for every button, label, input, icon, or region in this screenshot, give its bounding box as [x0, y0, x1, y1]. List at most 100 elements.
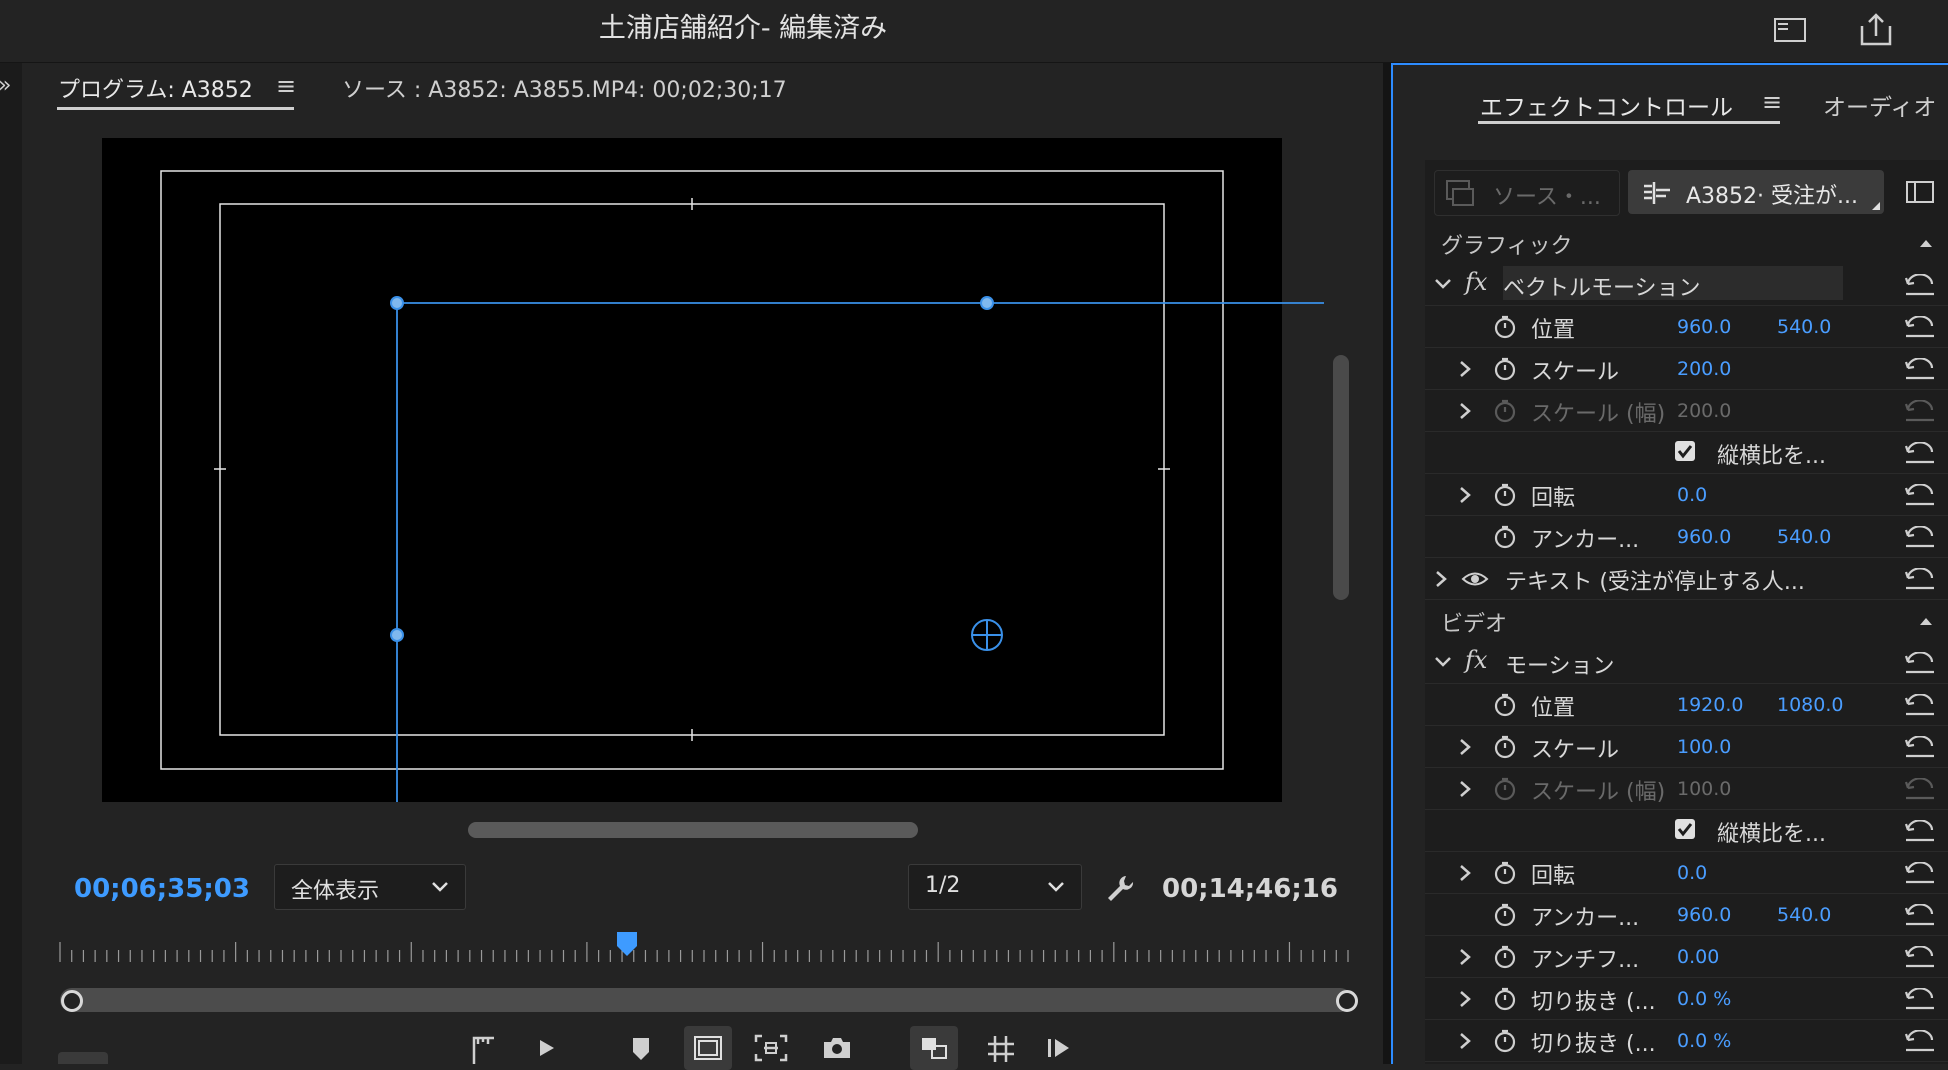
reset-icon[interactable]: [1904, 820, 1936, 842]
chevron-right-icon[interactable]: [1457, 360, 1473, 378]
position-x-value[interactable]: 960.0: [1677, 316, 1731, 338]
tab-program[interactable]: プログラム: A3852: [58, 72, 253, 104]
position-y-value[interactable]: 1080.0: [1777, 694, 1843, 716]
chevron-right-icon[interactable]: [1457, 402, 1473, 420]
reset-icon[interactable]: [1904, 862, 1936, 884]
uniform-scale-checkbox[interactable]: [1675, 441, 1695, 461]
effect-vector-motion[interactable]: fx ベクトルモーション: [1425, 264, 1948, 306]
stopwatch-icon[interactable]: [1493, 945, 1517, 969]
anchor-x-value[interactable]: 960.0: [1677, 526, 1731, 548]
reset-icon[interactable]: [1904, 904, 1936, 926]
reset-icon[interactable]: [1904, 946, 1936, 968]
chevron-down-icon[interactable]: [1433, 654, 1453, 670]
toggle-timeline-view-icon[interactable]: [1906, 180, 1934, 204]
tab-audio[interactable]: オーディオ: [1823, 88, 1936, 122]
marker-icon[interactable]: [630, 1036, 652, 1062]
fx-icon[interactable]: fx: [1465, 268, 1487, 296]
stopwatch-icon[interactable]: [1493, 315, 1517, 339]
fx-icon[interactable]: fx: [1465, 646, 1487, 674]
antiflicker-value[interactable]: 0.00: [1677, 946, 1719, 968]
eye-icon[interactable]: [1461, 570, 1489, 588]
chevron-right-icon[interactable]: [1457, 948, 1473, 966]
grid-guides-icon[interactable]: [986, 1034, 1016, 1064]
chevron-right-icon[interactable]: [1457, 1032, 1473, 1050]
safe-margins-button[interactable]: [684, 1026, 732, 1070]
uniform-scale-checkbox[interactable]: [1675, 819, 1695, 839]
range-start-handle[interactable]: [61, 990, 83, 1012]
panel-divider[interactable]: [1383, 63, 1391, 1064]
more-controls-button[interactable]: [58, 1052, 108, 1064]
play-icon[interactable]: [534, 1036, 558, 1060]
graphics-section-header[interactable]: グラフィック: [1425, 222, 1948, 262]
collapsed-panel-strip[interactable]: »: [0, 63, 22, 1064]
reset-icon[interactable]: [1904, 736, 1936, 758]
reset-icon[interactable]: [1904, 484, 1936, 506]
video-section-header[interactable]: ビデオ: [1425, 600, 1948, 640]
panel-menu-icon[interactable]: ≡: [276, 72, 296, 100]
crop-2-value[interactable]: 0.0 %: [1677, 1030, 1731, 1052]
panel-menu-icon[interactable]: ≡: [1762, 88, 1782, 116]
chevron-down-icon[interactable]: [1433, 276, 1453, 292]
reset-icon[interactable]: [1904, 358, 1936, 380]
comparison-view-button[interactable]: [910, 1026, 958, 1070]
reset-icon[interactable]: [1904, 274, 1936, 296]
scale-value[interactable]: 100.0: [1677, 736, 1731, 758]
viewer-vertical-scrollbar[interactable]: [1333, 355, 1349, 600]
reset-icon[interactable]: [1904, 442, 1936, 464]
anchor-x-value[interactable]: 960.0: [1677, 904, 1731, 926]
workspace-icon[interactable]: [1770, 10, 1810, 50]
sequence-clip-selector[interactable]: A3852· 受注が...: [1628, 170, 1884, 214]
playhead[interactable]: [615, 930, 639, 960]
effect-text-layer[interactable]: テキスト (受注が停止する人...: [1425, 558, 1948, 600]
zoom-range-bar[interactable]: [60, 988, 1352, 1012]
reset-icon[interactable]: [1904, 568, 1936, 590]
range-end-handle[interactable]: [1336, 990, 1358, 1012]
reset-icon[interactable]: [1904, 316, 1936, 338]
anchor-y-value[interactable]: 540.0: [1777, 526, 1831, 548]
crop-1-value[interactable]: 0.0 %: [1677, 988, 1731, 1010]
expand-panels-icon[interactable]: »: [0, 73, 11, 98]
export-frame-icon[interactable]: [822, 1034, 852, 1062]
chevron-right-icon[interactable]: [1457, 486, 1473, 504]
viewer-horizontal-scrollbar[interactable]: [468, 822, 918, 838]
reset-icon[interactable]: [1904, 1030, 1936, 1052]
current-timecode[interactable]: 00;06;35;03: [74, 874, 250, 904]
playback-resolution-dropdown[interactable]: 1/2: [908, 864, 1082, 910]
chevron-right-icon[interactable]: [1433, 570, 1449, 588]
collapse-up-icon[interactable]: [1918, 238, 1934, 248]
anchor-y-value[interactable]: 540.0: [1777, 904, 1831, 926]
chevron-right-icon[interactable]: [1457, 738, 1473, 756]
tab-source[interactable]: ソース : A3852: A3855.MP4: 00;02;30;17: [342, 72, 787, 104]
scale-value[interactable]: 200.0: [1677, 358, 1731, 380]
effect-motion[interactable]: fx モーション: [1425, 642, 1948, 684]
position-x-value[interactable]: 1920.0: [1677, 694, 1743, 716]
chevron-right-icon[interactable]: [1457, 864, 1473, 882]
step-forward-icon[interactable]: [1046, 1036, 1072, 1060]
transform-handles[interactable]: [102, 138, 1324, 802]
stopwatch-icon[interactable]: [1493, 483, 1517, 507]
stopwatch-icon[interactable]: [1493, 861, 1517, 885]
chevron-right-icon[interactable]: [1457, 780, 1473, 798]
stopwatch-icon[interactable]: [1493, 735, 1517, 759]
stopwatch-icon[interactable]: [1493, 987, 1517, 1011]
position-y-value[interactable]: 540.0: [1777, 316, 1831, 338]
zoom-level-dropdown[interactable]: 全体表示: [274, 864, 466, 910]
rotation-value[interactable]: 0.0: [1677, 484, 1707, 506]
stopwatch-icon[interactable]: [1493, 525, 1517, 549]
chevron-right-icon[interactable]: [1457, 990, 1473, 1008]
rotation-value[interactable]: 0.0: [1677, 862, 1707, 884]
reset-icon[interactable]: [1904, 988, 1936, 1010]
reset-icon[interactable]: [1904, 694, 1936, 716]
stopwatch-icon[interactable]: [1493, 357, 1517, 381]
share-icon[interactable]: [1856, 10, 1896, 50]
wrench-icon[interactable]: [1104, 872, 1136, 904]
stopwatch-icon[interactable]: [1493, 903, 1517, 927]
reset-icon[interactable]: [1904, 652, 1936, 674]
stopwatch-icon[interactable]: [1493, 1029, 1517, 1053]
tab-effect-controls[interactable]: エフェクトコントロール: [1480, 88, 1733, 122]
time-ruler[interactable]: [58, 940, 1350, 964]
stopwatch-icon[interactable]: [1493, 693, 1517, 717]
mark-in-icon[interactable]: [468, 1032, 500, 1064]
reset-icon[interactable]: [1904, 526, 1936, 548]
collapse-up-icon[interactable]: [1918, 616, 1934, 626]
